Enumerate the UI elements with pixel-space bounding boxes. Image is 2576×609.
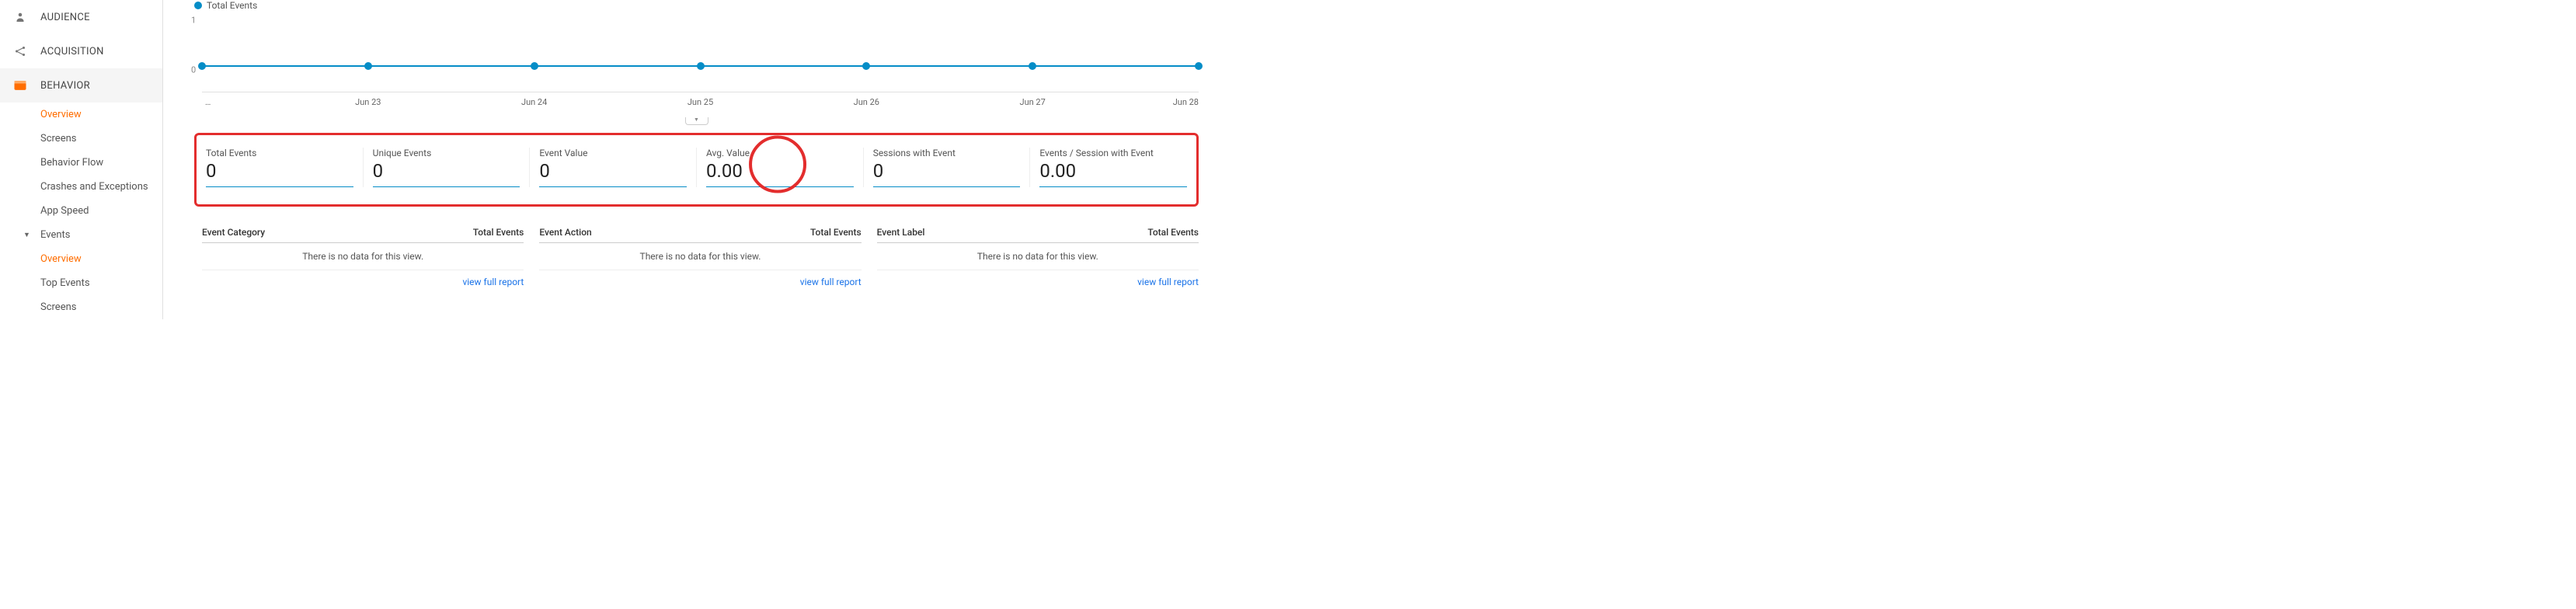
chart-x-label: Jun 28 xyxy=(1173,97,1199,107)
sidebar-sub-events-overview[interactable]: Overview xyxy=(0,247,162,271)
sidebar-item-behavior[interactable]: BEHAVIOR xyxy=(0,68,162,103)
chart-point[interactable] xyxy=(697,62,705,70)
view-full-report-link[interactable]: view full report xyxy=(800,277,862,287)
main-content: Total Events 1 0 … Jun 23 Jun 24 Jun 25 Jun … xyxy=(163,0,1214,319)
sidebar-sub-overview[interactable]: Overview xyxy=(0,103,162,127)
metric-value: 0.00 xyxy=(706,160,854,182)
sidebar-sub-top-events[interactable]: Top Events xyxy=(0,271,162,295)
table-header-metric: Total Events xyxy=(810,227,862,238)
metric-value: 0 xyxy=(206,160,353,182)
sidebar-sub-app-speed[interactable]: App Speed xyxy=(0,199,162,223)
chart-point[interactable] xyxy=(531,62,538,70)
legend-label: Total Events xyxy=(207,0,257,11)
chart-area: Total Events 1 0 … Jun 23 Jun 24 Jun 25 Jun … xyxy=(179,0,1214,125)
chart-x-label: Jun 25 xyxy=(688,97,713,107)
mini-table: Event Label Total Events There is no data … xyxy=(877,227,1199,288)
metric-sparkline xyxy=(373,186,520,187)
metric-sparkline xyxy=(873,186,1021,187)
table-empty-message: There is no data for this view. xyxy=(877,243,1199,270)
sidebar-item-audience[interactable]: AUDIENCE xyxy=(0,0,162,34)
metric-value: 0 xyxy=(539,160,687,182)
sidebar-sub-events-screens[interactable]: Screens xyxy=(0,295,162,319)
chart-x-label: Jun 24 xyxy=(521,97,547,107)
table-empty-message: There is no data for this view. xyxy=(202,243,524,270)
share-icon xyxy=(12,44,28,59)
metric-sparkline xyxy=(706,186,854,187)
chart-x-label: Jun 23 xyxy=(355,97,381,107)
table-link-row: view full report xyxy=(539,270,861,288)
metric-value: 0 xyxy=(373,160,520,182)
chart-y-label-top: 1 xyxy=(191,16,196,26)
mini-table-header: Event Action Total Events xyxy=(539,227,861,243)
metric-sparkline xyxy=(1039,186,1187,187)
sidebar-sub-events[interactable]: ▼ Events xyxy=(0,223,162,247)
sidebar: AUDIENCE ACQUISITION BEHAVIOR Overview S… xyxy=(0,0,163,319)
legend-dot-icon xyxy=(194,2,202,9)
chart-x-label: Jun 26 xyxy=(854,97,879,107)
sidebar-sub-behavior-flow[interactable]: Behavior Flow xyxy=(0,151,162,175)
sidebar-item-acquisition[interactable]: ACQUISITION xyxy=(0,34,162,68)
metric-sparkline xyxy=(539,186,687,187)
metrics-row: Total Events0Unique Events0Event Value0A… xyxy=(194,133,1199,207)
metric-label: Unique Events xyxy=(373,148,520,158)
metric-card[interactable]: Event Value 0 xyxy=(530,148,697,187)
chart-point[interactable] xyxy=(862,62,870,70)
table-empty-message: There is no data for this view. xyxy=(539,243,861,270)
sidebar-item-label: AUDIENCE xyxy=(40,12,90,23)
metric-label: Event Value xyxy=(539,148,687,158)
sidebar-sub-crashes[interactable]: Crashes and Exceptions xyxy=(0,175,162,199)
view-full-report-link[interactable]: view full report xyxy=(1137,277,1199,287)
chevron-down-icon: ▼ xyxy=(23,231,30,239)
metric-sparkline xyxy=(206,186,353,187)
metric-card[interactable]: Unique Events 0 xyxy=(364,148,531,187)
metric-label: Avg. Value xyxy=(706,148,854,158)
sidebar-sub-screens[interactable]: Screens xyxy=(0,127,162,151)
view-full-report-link[interactable]: view full report xyxy=(462,277,524,287)
chart-x-axis: … Jun 23 Jun 24 Jun 25 Jun 26 Jun 27 Jun 28 xyxy=(202,92,1199,108)
chart-x-label: … xyxy=(205,97,211,107)
table-header-dimension: Event Label xyxy=(877,227,925,238)
tables-row: Event Category Total Events There is no da… xyxy=(202,227,1199,288)
sidebar-item-label: Events xyxy=(40,229,70,241)
metric-value: 0 xyxy=(873,160,1021,182)
chart-point[interactable] xyxy=(1195,62,1203,70)
metric-value: 0.00 xyxy=(1039,160,1187,182)
mini-table-header: Event Label Total Events xyxy=(877,227,1199,243)
sidebar-item-label: BEHAVIOR xyxy=(40,80,90,92)
table-header-dimension: Event Action xyxy=(539,227,591,238)
metric-card[interactable]: Events / Session with Event 0.00 xyxy=(1030,148,1196,187)
metric-label: Events / Session with Event xyxy=(1039,148,1187,158)
chart-point[interactable] xyxy=(198,62,206,70)
metric-card[interactable]: Total Events 0 xyxy=(197,148,364,187)
chart-legend: Total Events xyxy=(179,0,1214,11)
table-header-metric: Total Events xyxy=(473,227,524,238)
table-header-metric: Total Events xyxy=(1147,227,1199,238)
table-link-row: view full report xyxy=(202,270,524,288)
metric-card[interactable]: Sessions with Event 0 xyxy=(864,148,1031,187)
line-chart[interactable]: 1 0 xyxy=(202,14,1199,92)
metric-label: Sessions with Event xyxy=(873,148,1021,158)
metric-label: Total Events xyxy=(206,148,353,158)
table-link-row: view full report xyxy=(877,270,1199,288)
behavior-icon xyxy=(12,78,28,93)
sidebar-item-label: ACQUISITION xyxy=(40,46,104,57)
mini-table-header: Event Category Total Events xyxy=(202,227,524,243)
chart-point[interactable] xyxy=(364,62,372,70)
chart-x-label: Jun 27 xyxy=(1020,97,1046,107)
mini-table: Event Category Total Events There is no da… xyxy=(202,227,524,288)
table-header-dimension: Event Category xyxy=(202,227,265,238)
metric-card[interactable]: Avg. Value 0.00 xyxy=(697,148,864,187)
chart-point[interactable] xyxy=(1029,62,1036,70)
mini-table: Event Action Total Events There is no data… xyxy=(539,227,861,288)
chart-expand-handle[interactable]: ▼ xyxy=(179,113,1214,125)
chart-y-label-bottom: 0 xyxy=(191,65,196,75)
person-icon xyxy=(12,9,28,25)
